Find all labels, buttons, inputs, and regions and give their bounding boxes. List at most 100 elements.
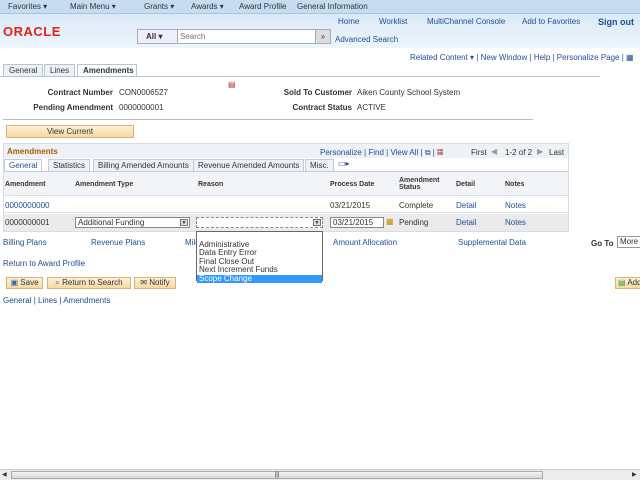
tab-general[interactable]: General [3, 64, 44, 76]
report-icon[interactable]: ▤ [228, 80, 236, 89]
breadcrumb-award-profile[interactable]: Award Profile [239, 2, 286, 11]
save-button[interactable]: ▣ Save [6, 277, 43, 289]
process-date: 03/21/2015 [330, 201, 371, 210]
col-notes: Notes [505, 181, 525, 188]
notify-label: Notify [149, 278, 170, 287]
breadcrumb-grants[interactable]: Grants ▾ [144, 2, 174, 11]
related-content-link[interactable]: Related Content ▾ [410, 53, 474, 62]
scroll-right-icon[interactable]: ▶ [632, 471, 637, 478]
reason-dropdown-list: Administrative Data Entry Error Final Cl… [196, 231, 323, 283]
search-bar: All ▾ » [137, 29, 331, 44]
divider [3, 119, 533, 120]
personalize-link[interactable]: Personalize [320, 148, 362, 157]
oracle-logo: ORACLE [3, 24, 61, 39]
help-link[interactable]: Help [534, 53, 550, 62]
page-links: Related Content ▾ | New Window | Help | … [410, 53, 634, 62]
grid-tab-misc[interactable]: Misc. [305, 159, 334, 171]
zoom-icon[interactable]: ⧉ [425, 148, 431, 157]
grid-tab-revenue[interactable]: Revenue Amended Amounts [193, 159, 305, 171]
notes-link[interactable]: Notes [505, 201, 526, 210]
tab-amendments[interactable]: Amendments [77, 64, 137, 76]
table-row [4, 196, 568, 213]
search-input[interactable] [180, 31, 310, 42]
view-current-button[interactable]: View Current [6, 125, 134, 138]
add-favorites-link[interactable]: Add to Favorites [522, 17, 580, 26]
chevron-down-icon[interactable]: ▼ [313, 219, 321, 226]
goto-value: More [620, 237, 639, 246]
next-icon[interactable]: ▶ [537, 147, 543, 156]
add-label: Add [627, 278, 640, 287]
show-all-columns-icon[interactable]: ▭▸ [338, 159, 350, 168]
footer-amendments-link[interactable]: Amendments [63, 296, 110, 305]
scope-value: All [146, 32, 157, 41]
amendment-id[interactable]: 0000000000 [5, 201, 50, 210]
revenue-plans-link[interactable]: Revenue Plans [91, 238, 145, 247]
personalize-page-link[interactable]: Personalize Page [557, 53, 620, 62]
contract-status: ACTIVE [357, 103, 386, 112]
calendar-icon[interactable]: ▦ [626, 53, 634, 62]
col-reason: Reason [198, 181, 224, 188]
add-button[interactable]: ▤ Add [615, 277, 640, 289]
contract-status-label: Contract Status [292, 103, 352, 112]
grid-tab-billing[interactable]: Billing Amended Amounts [93, 159, 194, 171]
advanced-search-link[interactable]: Advanced Search [335, 35, 398, 44]
sign-out-link[interactable]: Sign out [598, 17, 634, 27]
footer-lines-link[interactable]: Lines [38, 296, 57, 305]
notes-link[interactable]: Notes [505, 218, 526, 227]
prev-icon[interactable]: ◀ [491, 147, 497, 156]
contract-number: CON0006527 [119, 88, 168, 97]
calendar-icon[interactable]: ▦ [386, 217, 394, 226]
footer-general-link[interactable]: General [3, 296, 31, 305]
reason-select[interactable]: ▼ [196, 217, 323, 228]
search-go-icon[interactable]: » [315, 30, 330, 43]
col-amendment-type: Amendment Type [75, 181, 134, 188]
return-to-award-profile-link[interactable]: Return to Award Profile [3, 259, 85, 268]
save-label: Save [20, 278, 39, 287]
footer-links: General | Lines | Amendments [3, 296, 111, 305]
detail-link[interactable]: Detail [456, 218, 476, 227]
col-amendment: Amendment [5, 181, 46, 188]
goto-select[interactable]: More [617, 236, 640, 248]
home-link[interactable]: Home [338, 17, 359, 26]
search-scope-select[interactable]: All ▾ [138, 30, 178, 43]
billing-plans-link[interactable]: Billing Plans [3, 238, 47, 247]
save-icon: ▣ [10, 278, 19, 287]
grid-toolbar: Personalize | Find | View All | ⧉ | ▦ [320, 148, 444, 157]
tab-divider [0, 76, 600, 77]
multichannel-link[interactable]: MultiChannel Console [427, 17, 505, 26]
process-date-input[interactable]: 03/21/2015 [330, 217, 384, 228]
col-amendment-status: Amendment Status [399, 177, 440, 191]
grid-tab-general[interactable]: General [4, 159, 43, 171]
breadcrumb-current: General Information [297, 2, 368, 11]
find-link[interactable]: Find [368, 148, 384, 157]
worklist-link[interactable]: Worklist [379, 17, 407, 26]
amount-allocation-link[interactable]: Amount Allocation [333, 238, 397, 247]
supplemental-data-link[interactable]: Supplemental Data [458, 238, 526, 247]
tab-lines[interactable]: Lines [44, 64, 76, 76]
reason-option-highlighted[interactable]: Scope Change [197, 274, 322, 283]
pending-amendment: 0000000001 [119, 103, 164, 112]
amendment-type-select[interactable]: Additional Funding ▼ [75, 217, 190, 228]
process-date-value: 03/21/2015 [333, 218, 374, 227]
detail-link[interactable]: Detail [456, 201, 476, 210]
return-to-search-button[interactable]: ⌕ Return to Search [47, 277, 131, 289]
grid-title: Amendments [7, 147, 58, 156]
grid-tab-statistics[interactable]: Statistics [48, 159, 91, 171]
view-all-link[interactable]: View All [390, 148, 418, 157]
favorites-menu[interactable]: Favorites ▾ [8, 2, 47, 11]
last-link[interactable]: Last [549, 148, 564, 157]
return-search-label: Return to Search [62, 278, 123, 287]
first-link[interactable]: First [471, 148, 487, 157]
main-menu[interactable]: Main Menu ▾ [70, 2, 116, 11]
notify-button[interactable]: ✉ Notify [134, 277, 176, 289]
scroll-left-icon[interactable]: ◀ [2, 471, 7, 478]
horizontal-scrollbar[interactable]: ◀ ||| ▶ [0, 469, 640, 480]
col-process-date: Process Date [330, 181, 375, 188]
breadcrumb-awards[interactable]: Awards ▾ [191, 2, 224, 11]
chevron-down-icon[interactable]: ▼ [180, 219, 188, 226]
download-icon[interactable]: ▦ [437, 148, 443, 157]
amendment-id: 0000000001 [5, 218, 50, 227]
new-window-link[interactable]: New Window [481, 53, 528, 62]
scrollbar-thumb[interactable]: ||| [11, 471, 543, 479]
contract-number-label: Contract Number [47, 88, 113, 97]
